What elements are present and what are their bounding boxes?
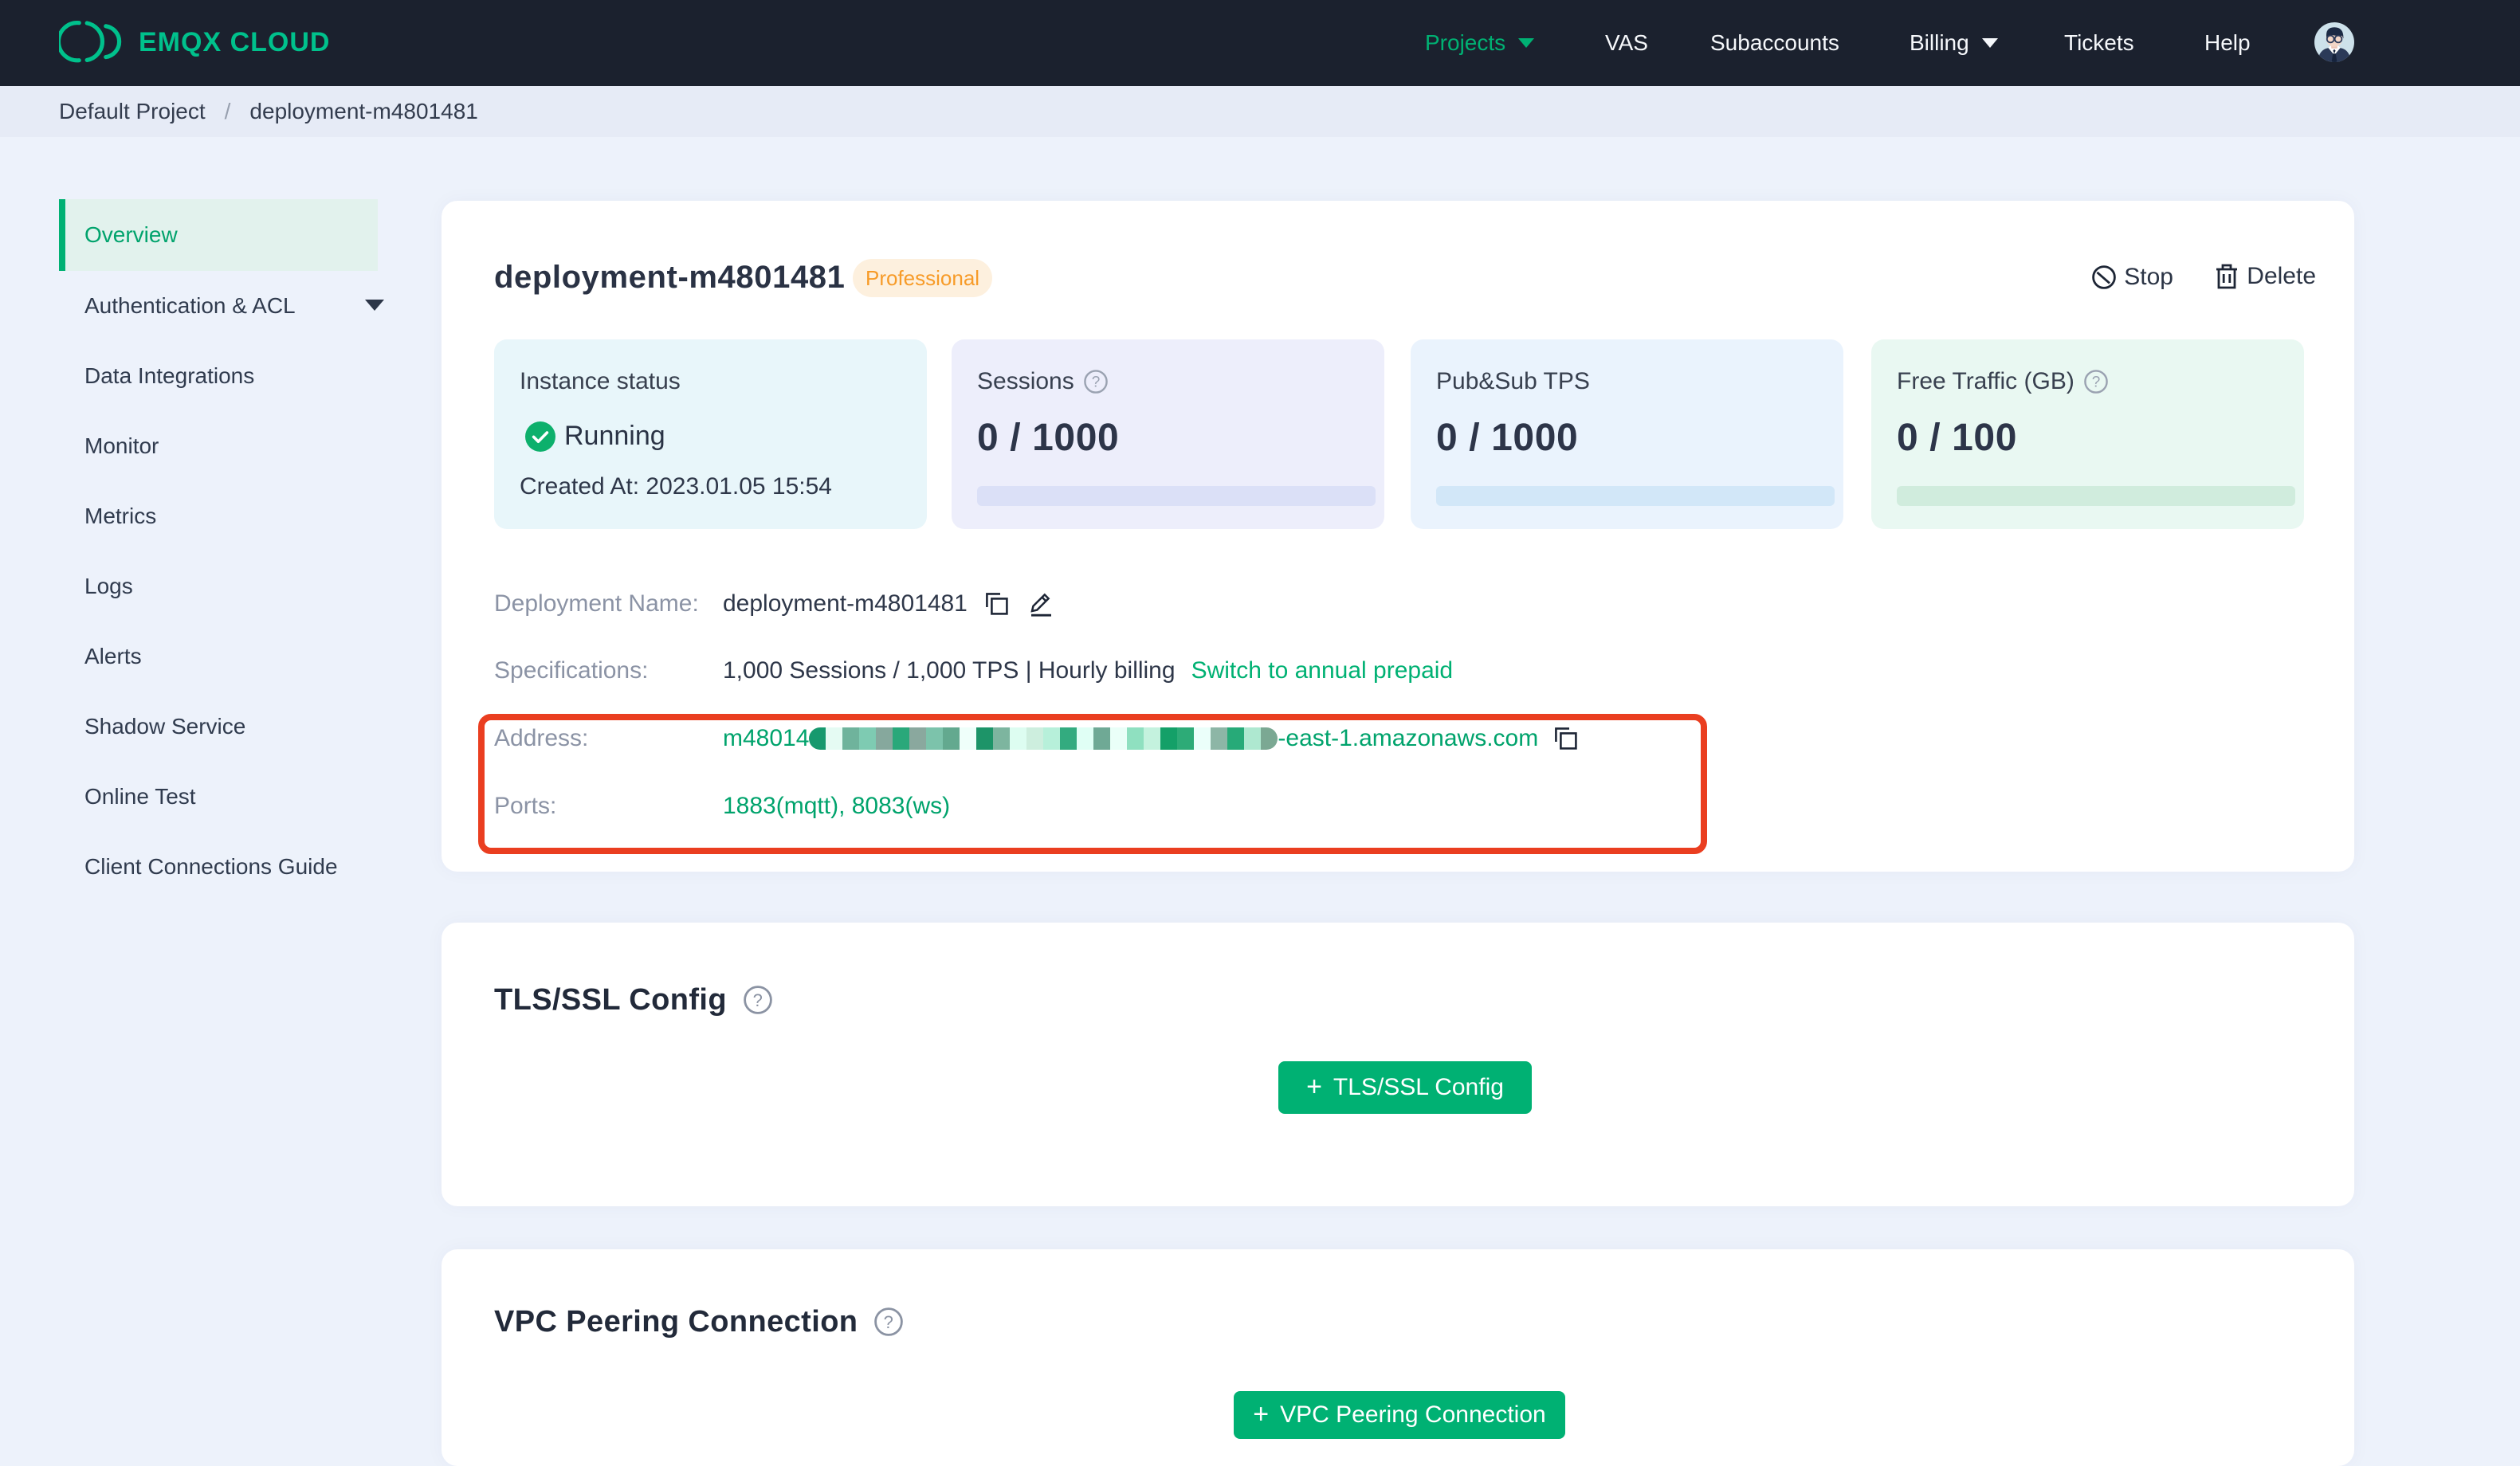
svg-text:?: ? — [1091, 374, 1100, 391]
svg-text:?: ? — [753, 990, 763, 1010]
svg-text:?: ? — [2092, 374, 2101, 391]
svg-text:?: ? — [884, 1312, 894, 1332]
